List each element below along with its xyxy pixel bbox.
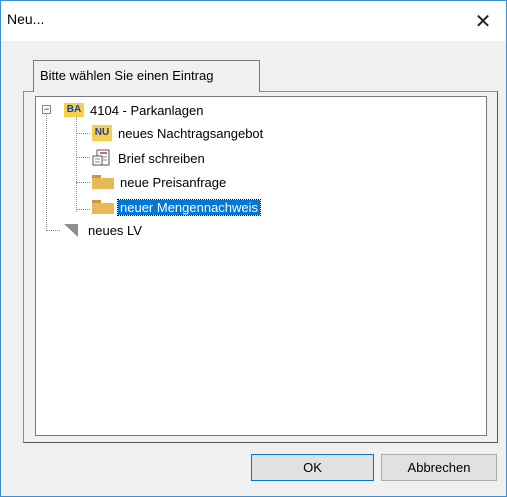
cancel-button[interactable]: Abbrechen [381, 454, 497, 481]
tree-item-mengennachweis[interactable]: neuer Mengennachweis [92, 197, 262, 217]
tree-line [46, 230, 60, 231]
tree-line [76, 209, 90, 210]
entry-tree[interactable]: − BA 4104 - Parkanlagen NU neues Nachtra… [35, 96, 487, 436]
tree-item-label: neues LV [88, 222, 142, 238]
tree-item-label: neuer Mengennachweis [116, 198, 262, 216]
tree-line [46, 113, 47, 229]
collapse-icon[interactable]: − [42, 105, 51, 114]
nu-badge-icon: NU [92, 125, 112, 141]
triangle-icon [64, 224, 78, 237]
dialog-window: Neu... ✕ Bitte wählen Sie einen Eintrag … [0, 0, 507, 497]
tree-line [76, 182, 90, 183]
tree-item-root[interactable]: BA 4104 - Parkanlagen [64, 100, 205, 120]
tree-item-lv[interactable]: neues LV [62, 220, 144, 240]
ok-button[interactable]: OK [251, 454, 374, 481]
tab-select-entry[interactable]: Bitte wählen Sie einen Eintrag [33, 60, 260, 92]
tree-item-nachtragsangebot[interactable]: NU neues Nachtragsangebot [92, 123, 265, 143]
tab-label: Bitte wählen Sie einen Eintrag [40, 68, 214, 83]
tree-item-label: neue Preisanfrage [120, 174, 227, 190]
tree-item-label: Brief schreiben [118, 150, 205, 166]
tree-item-label: 4104 - Parkanlagen [90, 102, 204, 118]
folder-icon [92, 200, 114, 214]
tree-line [76, 117, 77, 212]
tree-item-label: neues Nachtragsangebot [118, 125, 264, 141]
letter-icon [92, 149, 110, 166]
close-icon[interactable]: ✕ [460, 1, 506, 41]
title-bar: Neu... ✕ [1, 1, 506, 41]
tree-item-brief[interactable]: Brief schreiben [92, 148, 207, 168]
tree-line [76, 157, 90, 158]
window-title: Neu... [7, 11, 45, 27]
tree-line [76, 133, 90, 134]
ba-badge-icon: BA [64, 103, 84, 117]
folder-icon [92, 175, 114, 189]
tree-item-preisanfrage[interactable]: neue Preisanfrage [92, 172, 228, 192]
